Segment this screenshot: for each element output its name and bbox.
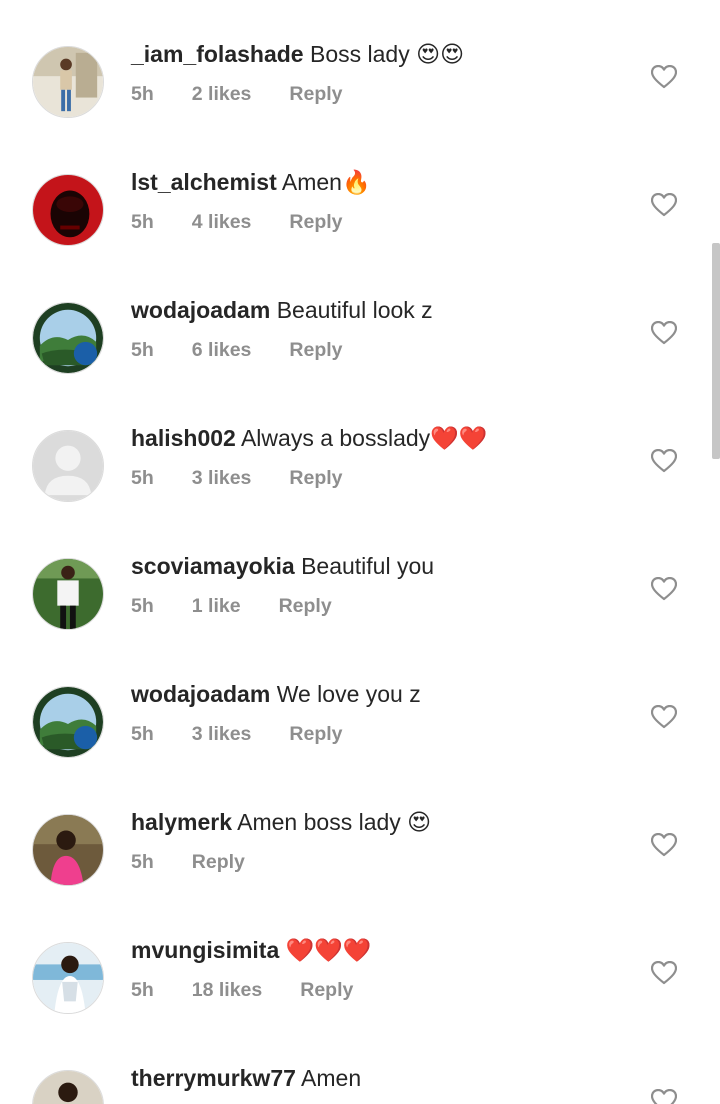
comment-time: 5h (131, 979, 154, 1001)
comment-text-line: halymerk Amen boss lady 😍 (131, 807, 431, 837)
avatar[interactable] (32, 942, 104, 1014)
comment-username[interactable]: scoviamayokia (131, 553, 295, 579)
comment-item: halymerk Amen boss lady 😍 5h Reply (0, 807, 720, 935)
comment-body: Always a bosslady❤️❤️ (240, 425, 488, 451)
heart-outline-icon[interactable] (651, 65, 677, 89)
comment-time: 5h (131, 211, 154, 233)
comment-username[interactable]: wodajoadam (131, 681, 270, 707)
reply-button[interactable]: Reply (279, 593, 332, 619)
comment-item: _iam_folashade Boss lady 😍😍 5h 2 likes Rep… (0, 39, 720, 167)
comment-meta: 5h 3 likes Reply (131, 721, 381, 747)
heart-outline-icon[interactable] (651, 577, 677, 601)
reply-button[interactable]: Reply (192, 849, 245, 875)
avatar[interactable] (32, 686, 104, 758)
comment-text-line: mvungisimita ❤️❤️❤️ (131, 935, 372, 965)
comment-text-line: _iam_folashade Boss lady 😍😍 (131, 39, 464, 69)
comment-body: ❤️❤️❤️ (285, 937, 372, 963)
comment-meta: 5h 1 like Reply (131, 593, 370, 619)
reply-button[interactable]: Reply (289, 721, 342, 747)
comment-body: Amen (301, 1065, 362, 1091)
comment-body: Amen boss lady 😍 (237, 809, 432, 835)
comment-item: wodajoadam We love you z 5h 3 likes Reply (0, 679, 720, 807)
comment-text-line: therrymurkw77 Amen (131, 1063, 361, 1093)
comment-item: scoviamayokia Beautiful you 5h 1 like Repl… (0, 551, 720, 679)
comment-item: therrymurkw77 Amen (0, 1063, 720, 1104)
heart-outline-icon[interactable] (651, 321, 677, 345)
comment-username[interactable]: therrymurkw77 (131, 1065, 296, 1091)
comment-meta: 5h Reply (131, 849, 283, 875)
comment-time: 5h (131, 595, 154, 617)
scrollbar[interactable] (712, 243, 720, 459)
comment-username[interactable]: halymerk (131, 809, 232, 835)
reply-button[interactable]: Reply (300, 977, 353, 1003)
heart-outline-icon[interactable] (651, 961, 677, 985)
comment-meta: 5h 2 likes Reply (131, 81, 381, 107)
comment-text-line: wodajoadam Beautiful look z (131, 295, 433, 325)
comment-time: 5h (131, 851, 154, 873)
comment-text-line: wodajoadam We love you z (131, 679, 421, 709)
comment-time: 5h (131, 83, 154, 105)
comment-meta: 5h 3 likes Reply (131, 465, 381, 491)
comment-likes[interactable]: 1 like (192, 593, 241, 619)
comment-likes[interactable]: 18 likes (192, 977, 262, 1003)
comment-time: 5h (131, 723, 154, 745)
person-silhouette-icon[interactable] (32, 430, 104, 502)
avatar[interactable] (32, 558, 104, 630)
reply-button[interactable]: Reply (289, 337, 342, 363)
comment-body: Beautiful look z (276, 297, 433, 323)
avatar[interactable] (32, 302, 104, 374)
comment-likes[interactable]: 2 likes (192, 81, 252, 107)
comment-body: Beautiful you (301, 553, 435, 579)
comment-meta: 5h 4 likes Reply (131, 209, 381, 235)
comment-item: wodajoadam Beautiful look z 5h 6 likes Rep… (0, 295, 720, 423)
comment-username[interactable]: wodajoadam (131, 297, 270, 323)
heart-outline-icon[interactable] (651, 1089, 677, 1104)
comment-text-line: halish002 Always a bosslady❤️❤️ (131, 423, 487, 453)
heart-outline-icon[interactable] (651, 833, 677, 857)
comment-time: 5h (131, 339, 154, 361)
avatar[interactable] (32, 46, 104, 118)
reply-button[interactable]: Reply (289, 81, 342, 107)
heart-outline-icon[interactable] (651, 705, 677, 729)
comment-username[interactable]: _iam_folashade (131, 41, 304, 67)
comment-item: halish002 Always a bosslady❤️❤️ 5h 3 like… (0, 423, 720, 551)
comment-username[interactable]: halish002 (131, 425, 236, 451)
comment-likes[interactable]: 3 likes (192, 721, 252, 747)
comment-body: We love you z (276, 681, 421, 707)
comment-time: 5h (131, 467, 154, 489)
comment-text-line: scoviamayokia Beautiful you (131, 551, 434, 581)
comment-meta: 5h 18 likes Reply (131, 977, 391, 1003)
comment-likes[interactable]: 4 likes (192, 209, 252, 235)
comment-meta: 5h 6 likes Reply (131, 337, 381, 363)
avatar[interactable] (32, 814, 104, 886)
avatar[interactable] (32, 1070, 104, 1104)
comment-likes[interactable]: 6 likes (192, 337, 252, 363)
comment-item: mvungisimita ❤️❤️❤️ 5h 18 likes Reply (0, 935, 720, 1063)
reply-button[interactable]: Reply (289, 465, 342, 491)
avatar[interactable] (32, 174, 104, 246)
comment-body: Amen🔥 (281, 169, 371, 195)
comment-item: lst_alchemist Amen🔥 5h 4 likes Reply (0, 167, 720, 295)
reply-button[interactable]: Reply (289, 209, 342, 235)
comment-username[interactable]: lst_alchemist (131, 169, 277, 195)
comment-text-line: lst_alchemist Amen🔥 (131, 167, 371, 197)
heart-outline-icon[interactable] (651, 193, 677, 217)
heart-outline-icon[interactable] (651, 449, 677, 473)
comment-username[interactable]: mvungisimita (131, 937, 279, 963)
comment-likes[interactable]: 3 likes (192, 465, 252, 491)
comment-body: Boss lady 😍😍 (309, 41, 465, 67)
